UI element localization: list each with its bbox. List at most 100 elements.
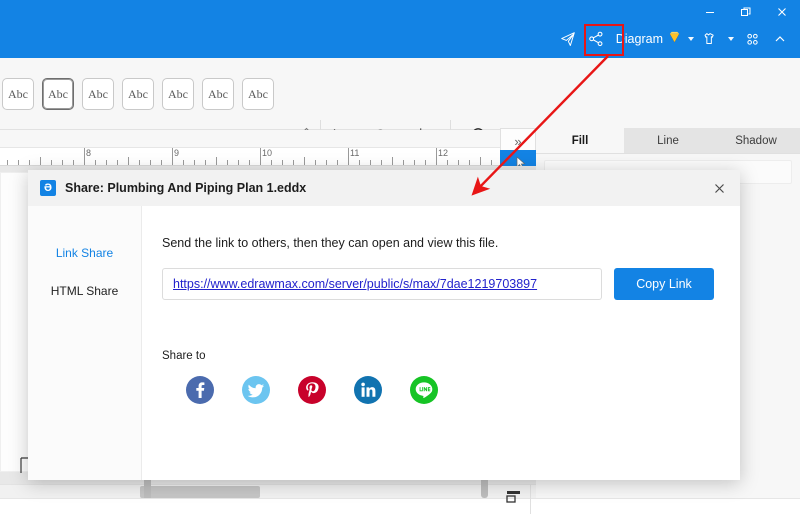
ruler-tick-minor <box>73 160 74 165</box>
restore-button[interactable] <box>728 0 764 24</box>
ruler-tick-minor <box>392 157 393 165</box>
sidebar-item-link-share[interactable]: Link Share <box>28 234 141 272</box>
ruler-tick-minor <box>117 160 118 165</box>
close-icon[interactable] <box>698 170 740 206</box>
ruler-tick-minor <box>337 160 338 165</box>
app-window: Diagram Abc Abc Abc Abc Abc Abc Abc » Fi… <box>0 0 800 514</box>
ruler-label: 10 <box>262 148 273 158</box>
format-panel-tabs: Fill Line Shadow <box>536 128 800 154</box>
tab-fill-label: Fill <box>571 134 589 147</box>
ruler-tick-minor <box>95 160 96 165</box>
ruler-tick-minor <box>315 160 316 165</box>
ruler-tick-minor <box>370 160 371 165</box>
dialog-sidebar: Link Share HTML Share <box>28 206 142 480</box>
sidebar-item-label: Link Share <box>55 246 114 260</box>
horizontal-scrollbar[interactable] <box>0 484 536 498</box>
ruler-tick-minor <box>40 157 41 165</box>
horizontal-scrollbar-thumb[interactable] <box>140 486 260 498</box>
dialog-main: Send the link to others, then they can o… <box>142 206 740 480</box>
share-link-row: https://www.edrawmax.com/server/public/s… <box>162 268 740 300</box>
line-icon[interactable] <box>410 376 438 404</box>
style-swatch-label: Abc <box>248 86 268 101</box>
dialog-title: Share: Plumbing And Piping Plan 1.eddx <box>65 181 307 195</box>
twitter-icon[interactable] <box>242 376 270 404</box>
style-swatch-label: Abc <box>88 86 108 101</box>
ruler-tick-major <box>84 148 85 165</box>
ruler-tick-minor <box>249 160 250 165</box>
style-swatch[interactable]: Abc <box>122 78 154 110</box>
brand-label: Diagram <box>615 32 663 46</box>
tab-shadow[interactable]: Shadow <box>712 128 800 153</box>
ruler-tick-minor <box>161 160 162 165</box>
share-dialog: Ə Share: Plumbing And Piping Plan 1.eddx… <box>28 170 740 480</box>
style-swatch-selected[interactable]: Abc <box>42 78 74 110</box>
style-swatch[interactable]: Abc <box>242 78 274 110</box>
linkedin-icon[interactable] <box>354 376 382 404</box>
ruler-tick-minor <box>458 160 459 165</box>
ruler-tick-minor <box>106 160 107 165</box>
tab-fill[interactable]: Fill <box>536 128 624 153</box>
ruler-tick-minor <box>227 160 228 165</box>
share-icon[interactable] <box>582 26 610 52</box>
style-swatch-label: Abc <box>8 86 28 101</box>
ribbon-toolbar: Abc Abc Abc Abc Abc Abc Abc <box>0 58 800 178</box>
close-button[interactable] <box>764 0 800 24</box>
style-swatch-label: Abc <box>168 86 188 101</box>
title-bar: Diagram <box>0 0 800 58</box>
pinterest-icon[interactable] <box>298 376 326 404</box>
facebook-icon[interactable] <box>186 376 214 404</box>
ruler-label: 12 <box>438 148 449 158</box>
send-icon[interactable] <box>554 26 582 52</box>
chevron-up-icon[interactable] <box>766 26 794 52</box>
grid-apps-icon[interactable] <box>738 26 766 52</box>
ruler-tick-minor <box>381 160 382 165</box>
style-swatch-label: Abc <box>48 86 68 101</box>
page-layout-icon[interactable] <box>505 488 523 511</box>
sidebar-item-label: HTML Share <box>50 284 119 298</box>
share-description: Send the link to others, then they can o… <box>162 236 499 250</box>
ruler-tick-major <box>260 148 261 165</box>
ruler-tick-minor <box>447 160 448 165</box>
window-controls <box>692 0 800 24</box>
ruler-tick-minor <box>271 160 272 165</box>
ruler-tick-minor <box>414 160 415 165</box>
style-gallery: Abc Abc Abc Abc Abc Abc Abc <box>0 64 296 124</box>
tab-shadow-label: Shadow <box>735 134 777 147</box>
ruler-tick-minor <box>326 160 327 165</box>
horizontal-ruler[interactable]: 8 9 10 11 12 <box>0 148 500 166</box>
diamond-badge-icon <box>667 30 682 48</box>
titlebar-toolbar: Diagram <box>554 26 794 52</box>
ruler-tick-minor <box>282 160 283 165</box>
style-swatch[interactable]: Abc <box>82 78 114 110</box>
share-link-input[interactable]: https://www.edrawmax.com/server/public/s… <box>162 268 602 300</box>
theme-shirt-icon[interactable] <box>696 26 724 52</box>
copy-link-button[interactable]: Copy Link <box>614 268 714 300</box>
ruler-tick-minor <box>205 160 206 165</box>
dialog-title-bar: Ə Share: Plumbing And Piping Plan 1.eddx <box>28 170 740 206</box>
tab-line[interactable]: Line <box>624 128 712 153</box>
ruler-tick-minor <box>194 160 195 165</box>
ruler-tick-minor <box>7 160 8 165</box>
ruler-label: 8 <box>86 148 92 158</box>
edraw-logo-icon: Ə <box>40 180 56 196</box>
dialog-body: Link Share HTML Share Send the link to o… <box>28 206 740 480</box>
brand-plan-button[interactable]: Diagram <box>610 26 696 52</box>
style-swatch[interactable]: Abc <box>202 78 234 110</box>
style-swatch[interactable]: Abc <box>162 78 194 110</box>
theme-caret-icon[interactable] <box>724 26 738 52</box>
style-swatch[interactable]: Abc <box>2 78 34 110</box>
status-bar <box>0 498 800 514</box>
ruler-label: 11 <box>350 148 360 158</box>
ruler-tick-minor <box>62 160 63 165</box>
share-link-text[interactable]: https://www.edrawmax.com/server/public/s… <box>173 277 537 291</box>
social-share-row <box>162 376 740 404</box>
sidebar-item-html-share[interactable]: HTML Share <box>28 272 141 310</box>
share-to-label: Share to <box>162 350 206 362</box>
ruler-tick-minor <box>18 160 19 165</box>
ruler-label: 9 <box>174 148 180 158</box>
ruler-tick-minor <box>469 160 470 165</box>
minimize-button[interactable] <box>692 0 728 24</box>
chevron-down-icon <box>688 37 694 41</box>
ruler-tick-major <box>348 148 349 165</box>
share-button-wrap <box>582 26 610 52</box>
